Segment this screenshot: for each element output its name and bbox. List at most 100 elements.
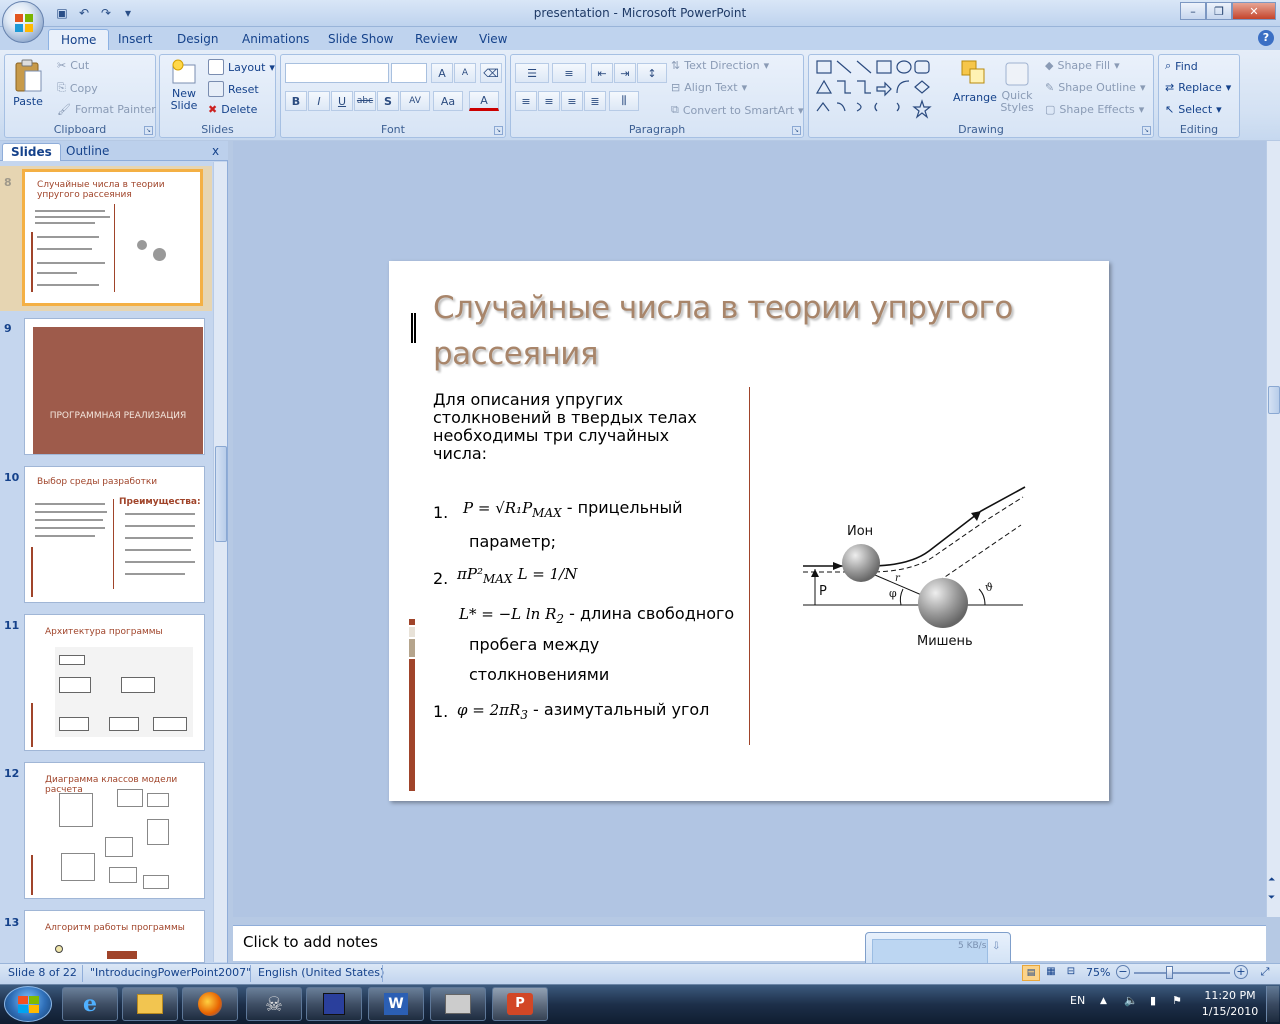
font-color-button[interactable]: A [469, 91, 499, 111]
drawing-launcher-icon[interactable]: ↘ [1142, 126, 1151, 135]
input-language[interactable]: EN [1070, 994, 1085, 1007]
italic-button[interactable]: I [308, 91, 330, 111]
formula-free-path[interactable]: πP²MAX L = 1/N [457, 565, 577, 588]
quick-styles-button[interactable]: Quick Styles [999, 59, 1035, 114]
format-painter-button[interactable]: 🖌 Format Painter [57, 103, 156, 116]
numbering-icon[interactable]: ≡ [552, 63, 586, 83]
status-language[interactable]: English (United States) [258, 966, 384, 979]
zoom-slider-track[interactable] [1134, 972, 1230, 974]
volume-icon[interactable]: 🔈 [1124, 994, 1138, 1007]
taskbar-save[interactable] [306, 987, 362, 1021]
tab-design[interactable]: Design [165, 29, 230, 51]
pane-scrollbar-thumb[interactable] [215, 446, 227, 542]
font-size-combo[interactable] [391, 63, 427, 83]
layout-button[interactable]: Layout ▾ [208, 59, 275, 75]
close-pane-icon[interactable]: x [212, 144, 219, 158]
minimize-button[interactable]: – [1180, 2, 1206, 20]
justify-icon[interactable]: ≣ [584, 91, 606, 111]
font-launcher-icon[interactable]: ↘ [494, 126, 503, 135]
convert-smartart-button[interactable]: ⧉ Convert to SmartArt ▾ [671, 103, 804, 117]
slide-thumb-8[interactable]: Случайные числа в теории упругого рассея… [22, 169, 203, 306]
slide-thumb-11[interactable]: Архитектура программы [24, 614, 205, 751]
zoom-slider-thumb[interactable] [1166, 966, 1173, 979]
close-button[interactable]: ✕ [1232, 2, 1276, 20]
tab-animations[interactable]: Animations [230, 29, 321, 51]
zoom-in-icon[interactable]: + [1234, 965, 1248, 979]
replace-button[interactable]: ⇄ Replace ▾ [1165, 81, 1231, 94]
next-slide-icon[interactable]: ⏷ [1268, 893, 1275, 903]
columns-icon[interactable]: ⫼ [609, 91, 639, 111]
office-button[interactable] [2, 1, 44, 43]
bullets-icon[interactable]: ☰ [515, 63, 549, 83]
align-right-icon[interactable]: ≡ [561, 91, 583, 111]
taskbar-app[interactable]: ☠ [246, 987, 302, 1021]
clear-formatting-icon[interactable]: ⌫ [480, 63, 502, 83]
delete-button[interactable]: ✖ Delete [208, 103, 257, 116]
clock-time[interactable]: 11:20 PM [1200, 989, 1260, 1002]
tab-slide-show[interactable]: Slide Show [316, 29, 405, 51]
text-direction-button[interactable]: ⇅ Text Direction ▾ [671, 59, 769, 72]
taskbar-ie[interactable]: e [62, 987, 118, 1021]
taskbar-word[interactable]: W [368, 987, 424, 1021]
slide-title[interactable]: Случайные числа в теории упругого рассея… [433, 285, 1053, 377]
line-spacing-icon[interactable]: ↕ [637, 63, 667, 83]
zoom-level[interactable]: 75% [1086, 966, 1110, 979]
formula-azimuth[interactable]: φ = 2πR3 - азимутальный угол [457, 701, 709, 724]
shape-fill-button[interactable]: ◆ Shape Fill ▾ [1045, 59, 1120, 72]
slide-thumb-13[interactable]: Алгоритм работы программы [24, 910, 205, 963]
slide-thumb-12[interactable]: Диаграмма классов модели расчета [24, 762, 205, 899]
maximize-button[interactable]: ❐ [1206, 2, 1232, 20]
tab-outline[interactable]: Outline [58, 143, 117, 161]
tab-view[interactable]: View [467, 29, 519, 51]
select-button[interactable]: ↖ Select ▾ [1165, 103, 1222, 116]
align-left-icon[interactable]: ≡ [515, 91, 537, 111]
normal-view-icon[interactable]: ▤ [1022, 965, 1040, 981]
paste-button[interactable]: Paste [13, 59, 43, 108]
increase-indent-icon[interactable]: ⇥ [614, 63, 636, 83]
tab-slides[interactable]: Slides [2, 143, 61, 161]
editor-scrollbar-thumb[interactable] [1268, 386, 1280, 414]
pane-scrollbar[interactable] [213, 162, 227, 962]
taskbar-firefox[interactable] [182, 987, 238, 1021]
fit-slide-icon[interactable]: ⤢ [1256, 965, 1274, 981]
copy-button[interactable]: ⎘ Copy [57, 81, 98, 95]
taskbar-powerpoint[interactable]: P [492, 987, 548, 1021]
shrink-font-button[interactable]: A [454, 63, 476, 83]
show-hidden-icons-icon[interactable]: ▲ [1100, 996, 1107, 1006]
change-case-button[interactable]: Aa [433, 91, 463, 111]
decrease-indent-icon[interactable]: ⇤ [591, 63, 613, 83]
zoom-out-icon[interactable]: − [1116, 965, 1130, 979]
notes-pane[interactable]: Click to add notes [233, 925, 1266, 961]
start-button[interactable] [4, 986, 52, 1022]
editor-scrollbar[interactable]: ⏶ ⏷ [1266, 141, 1280, 917]
new-slide-button[interactable]: New Slide [166, 59, 202, 112]
grow-font-button[interactable]: A [431, 63, 453, 83]
align-center-icon[interactable]: ≡ [538, 91, 560, 111]
formula-free-path-2[interactable]: L* = −L ln R2 - длина свободного [459, 605, 734, 628]
cut-button[interactable]: ✂ Cut [57, 59, 89, 72]
tab-home[interactable]: Home [48, 29, 110, 51]
reset-button[interactable]: Reset [208, 81, 259, 97]
formula-impact-parameter[interactable]: P = √R₁PMAX - прицельный [463, 499, 683, 522]
clipboard-launcher-icon[interactable]: ↘ [144, 126, 153, 135]
align-text-button[interactable]: ⊟ Align Text ▾ [671, 81, 747, 94]
help-icon[interactable]: ? [1258, 30, 1274, 46]
underline-button[interactable]: U [331, 91, 353, 111]
slide-sorter-icon[interactable]: ▦ [1042, 965, 1060, 981]
network-icon[interactable]: ▮ [1150, 994, 1156, 1007]
action-center-icon[interactable]: ⚑ [1172, 994, 1182, 1007]
find-button[interactable]: ⌕ Find [1165, 59, 1198, 73]
shape-effects-button[interactable]: ▢ Shape Effects ▾ [1045, 103, 1144, 116]
prev-slide-icon[interactable]: ⏶ [1268, 875, 1275, 885]
slide-thumb-9[interactable]: ПРОГРАММНАЯ РЕАЛИЗАЦИЯ [24, 318, 205, 455]
slide-thumb-10[interactable]: Выбор среды разработки Преимущества: [24, 466, 205, 603]
strikethrough-button[interactable]: abc [354, 91, 376, 111]
tab-review[interactable]: Review [403, 29, 470, 51]
shadow-button[interactable]: S [377, 91, 399, 111]
arrange-button[interactable]: Arrange [953, 59, 997, 104]
tab-insert[interactable]: Insert [106, 29, 164, 51]
slideshow-icon[interactable]: ⊟ [1062, 965, 1080, 981]
paragraph-launcher-icon[interactable]: ↘ [792, 126, 801, 135]
bold-button[interactable]: B [285, 91, 307, 111]
taskbar-explorer[interactable] [122, 987, 178, 1021]
